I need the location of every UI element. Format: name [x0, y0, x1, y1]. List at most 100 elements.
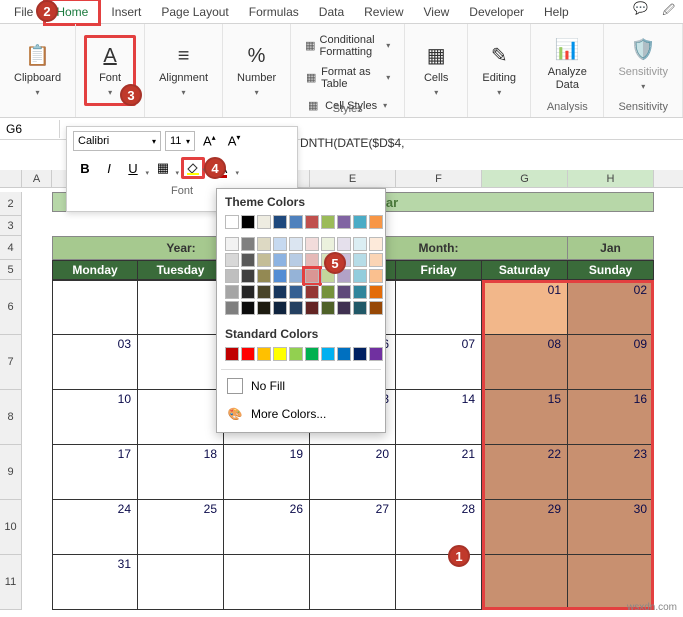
tab-view[interactable]: View	[414, 1, 460, 23]
color-swatch[interactable]	[257, 253, 271, 267]
color-swatch[interactable]	[321, 215, 335, 229]
calendar-cell[interactable]: 25	[138, 500, 224, 555]
color-swatch[interactable]	[289, 253, 303, 267]
more-colors-item[interactable]: 🎨 More Colors...	[217, 400, 385, 428]
calendar-cell[interactable]	[138, 280, 224, 335]
row-header-8[interactable]: 8	[0, 390, 22, 445]
color-swatch[interactable]	[225, 301, 239, 315]
row-header-10[interactable]: 10	[0, 500, 22, 555]
fill-color-button[interactable]: ▾	[181, 157, 205, 179]
color-swatch[interactable]	[321, 301, 335, 315]
color-swatch[interactable]	[241, 285, 255, 299]
calendar-cell[interactable]: 18	[138, 445, 224, 500]
calendar-cell[interactable]	[396, 280, 482, 335]
color-swatch[interactable]	[289, 269, 303, 283]
decrease-font-button[interactable]: A▾	[224, 131, 245, 150]
calendar-cell[interactable]: 22	[482, 445, 568, 500]
color-swatch[interactable]	[289, 301, 303, 315]
calendar-cell[interactable]: 10	[52, 390, 138, 445]
conditional-formatting-button[interactable]: ▦ Conditional Formatting ▾	[301, 32, 394, 60]
color-swatch[interactable]	[353, 347, 367, 361]
increase-font-button[interactable]: A▴	[199, 131, 220, 150]
row-header-9[interactable]: 9	[0, 445, 22, 500]
number-button[interactable]: % Number ▾	[231, 40, 282, 101]
color-swatch[interactable]	[353, 253, 367, 267]
color-swatch[interactable]	[369, 285, 383, 299]
color-swatch[interactable]	[241, 269, 255, 283]
calendar-cell[interactable]: 24	[52, 500, 138, 555]
color-swatch[interactable]	[321, 285, 335, 299]
color-swatch[interactable]	[305, 347, 319, 361]
calendar-cell[interactable]: 17	[52, 445, 138, 500]
calendar-cell[interactable]: 19	[224, 445, 310, 500]
comments-icon[interactable]: 💬	[629, 0, 652, 24]
color-swatch[interactable]	[337, 215, 351, 229]
calendar-cell[interactable]	[310, 555, 396, 610]
color-swatch[interactable]	[273, 237, 287, 251]
share-icon[interactable]: 🖉	[658, 0, 679, 24]
color-swatch[interactable]	[241, 237, 255, 251]
color-swatch[interactable]	[289, 215, 303, 229]
tab-data[interactable]: Data	[309, 1, 354, 23]
format-as-table-button[interactable]: ▦ Format as Table ▾	[301, 64, 394, 92]
bold-button[interactable]: B	[73, 157, 97, 179]
color-swatch[interactable]	[225, 215, 239, 229]
analyze-data-button[interactable]: 📊 Analyze Data	[539, 34, 595, 94]
color-swatch[interactable]	[273, 253, 287, 267]
color-swatch[interactable]	[337, 301, 351, 315]
color-swatch[interactable]	[273, 215, 287, 229]
row-header-5[interactable]: 5	[0, 260, 22, 280]
color-swatch[interactable]	[241, 347, 255, 361]
color-swatch[interactable]	[305, 237, 319, 251]
color-swatch[interactable]	[241, 301, 255, 315]
color-swatch[interactable]	[273, 285, 287, 299]
calendar-cell[interactable]	[138, 555, 224, 610]
row-header-2[interactable]: 2	[0, 192, 22, 216]
tab-help[interactable]: Help	[534, 1, 579, 23]
color-swatch[interactable]	[353, 269, 367, 283]
row-header-3[interactable]: 3	[0, 216, 22, 236]
column-header-G[interactable]: G	[482, 170, 568, 187]
calendar-cell[interactable]: 23	[568, 445, 654, 500]
calendar-cell[interactable]	[52, 280, 138, 335]
calendar-cell[interactable]: 31	[52, 555, 138, 610]
color-swatch[interactable]	[353, 237, 367, 251]
font-size-combo[interactable]: 11 ▾	[165, 131, 195, 151]
color-swatch[interactable]	[257, 285, 271, 299]
calendar-cell[interactable]: 08	[482, 335, 568, 390]
color-swatch[interactable]	[369, 347, 383, 361]
color-swatch[interactable]	[241, 215, 255, 229]
font-name-combo[interactable]: Calibri ▾	[73, 131, 161, 151]
color-swatch[interactable]	[257, 237, 271, 251]
calendar-cell[interactable]: 15	[482, 390, 568, 445]
color-swatch[interactable]	[321, 347, 335, 361]
color-swatch[interactable]	[225, 347, 239, 361]
color-swatch[interactable]	[337, 237, 351, 251]
tab-formulas[interactable]: Formulas	[239, 1, 309, 23]
calendar-cell[interactable]: 27	[310, 500, 396, 555]
calendar-cell[interactable]: 09	[568, 335, 654, 390]
italic-button[interactable]: I	[97, 157, 121, 179]
calendar-cell[interactable]: 14	[396, 390, 482, 445]
tab-insert[interactable]: Insert	[101, 1, 151, 23]
calendar-cell[interactable]: 01	[482, 280, 568, 335]
color-swatch[interactable]	[225, 253, 239, 267]
row-header-4[interactable]: 4	[0, 236, 22, 260]
row-header-11[interactable]: 11	[0, 555, 22, 610]
tab-page-layout[interactable]: Page Layout	[151, 1, 238, 23]
row-header-6[interactable]: 6	[0, 280, 22, 335]
color-swatch[interactable]	[273, 347, 287, 361]
column-header-A[interactable]: A	[22, 170, 52, 187]
cells-button[interactable]: ▦ Cells ▾	[413, 40, 459, 101]
calendar-cell[interactable]: 20	[310, 445, 396, 500]
underline-button[interactable]: U▾	[121, 157, 145, 179]
calendar-cell[interactable]: 16	[568, 390, 654, 445]
alignment-button[interactable]: ≡ Alignment ▾	[153, 40, 214, 101]
sensitivity-button[interactable]: 🛡️ Sensitivity ▾	[612, 34, 674, 95]
calendar-cell[interactable]: 21	[396, 445, 482, 500]
name-box[interactable]: G6	[0, 120, 60, 138]
color-swatch[interactable]	[257, 215, 271, 229]
color-swatch[interactable]	[305, 215, 319, 229]
editing-button[interactable]: ✎ Editing ▾	[476, 40, 522, 101]
color-swatch[interactable]	[321, 237, 335, 251]
